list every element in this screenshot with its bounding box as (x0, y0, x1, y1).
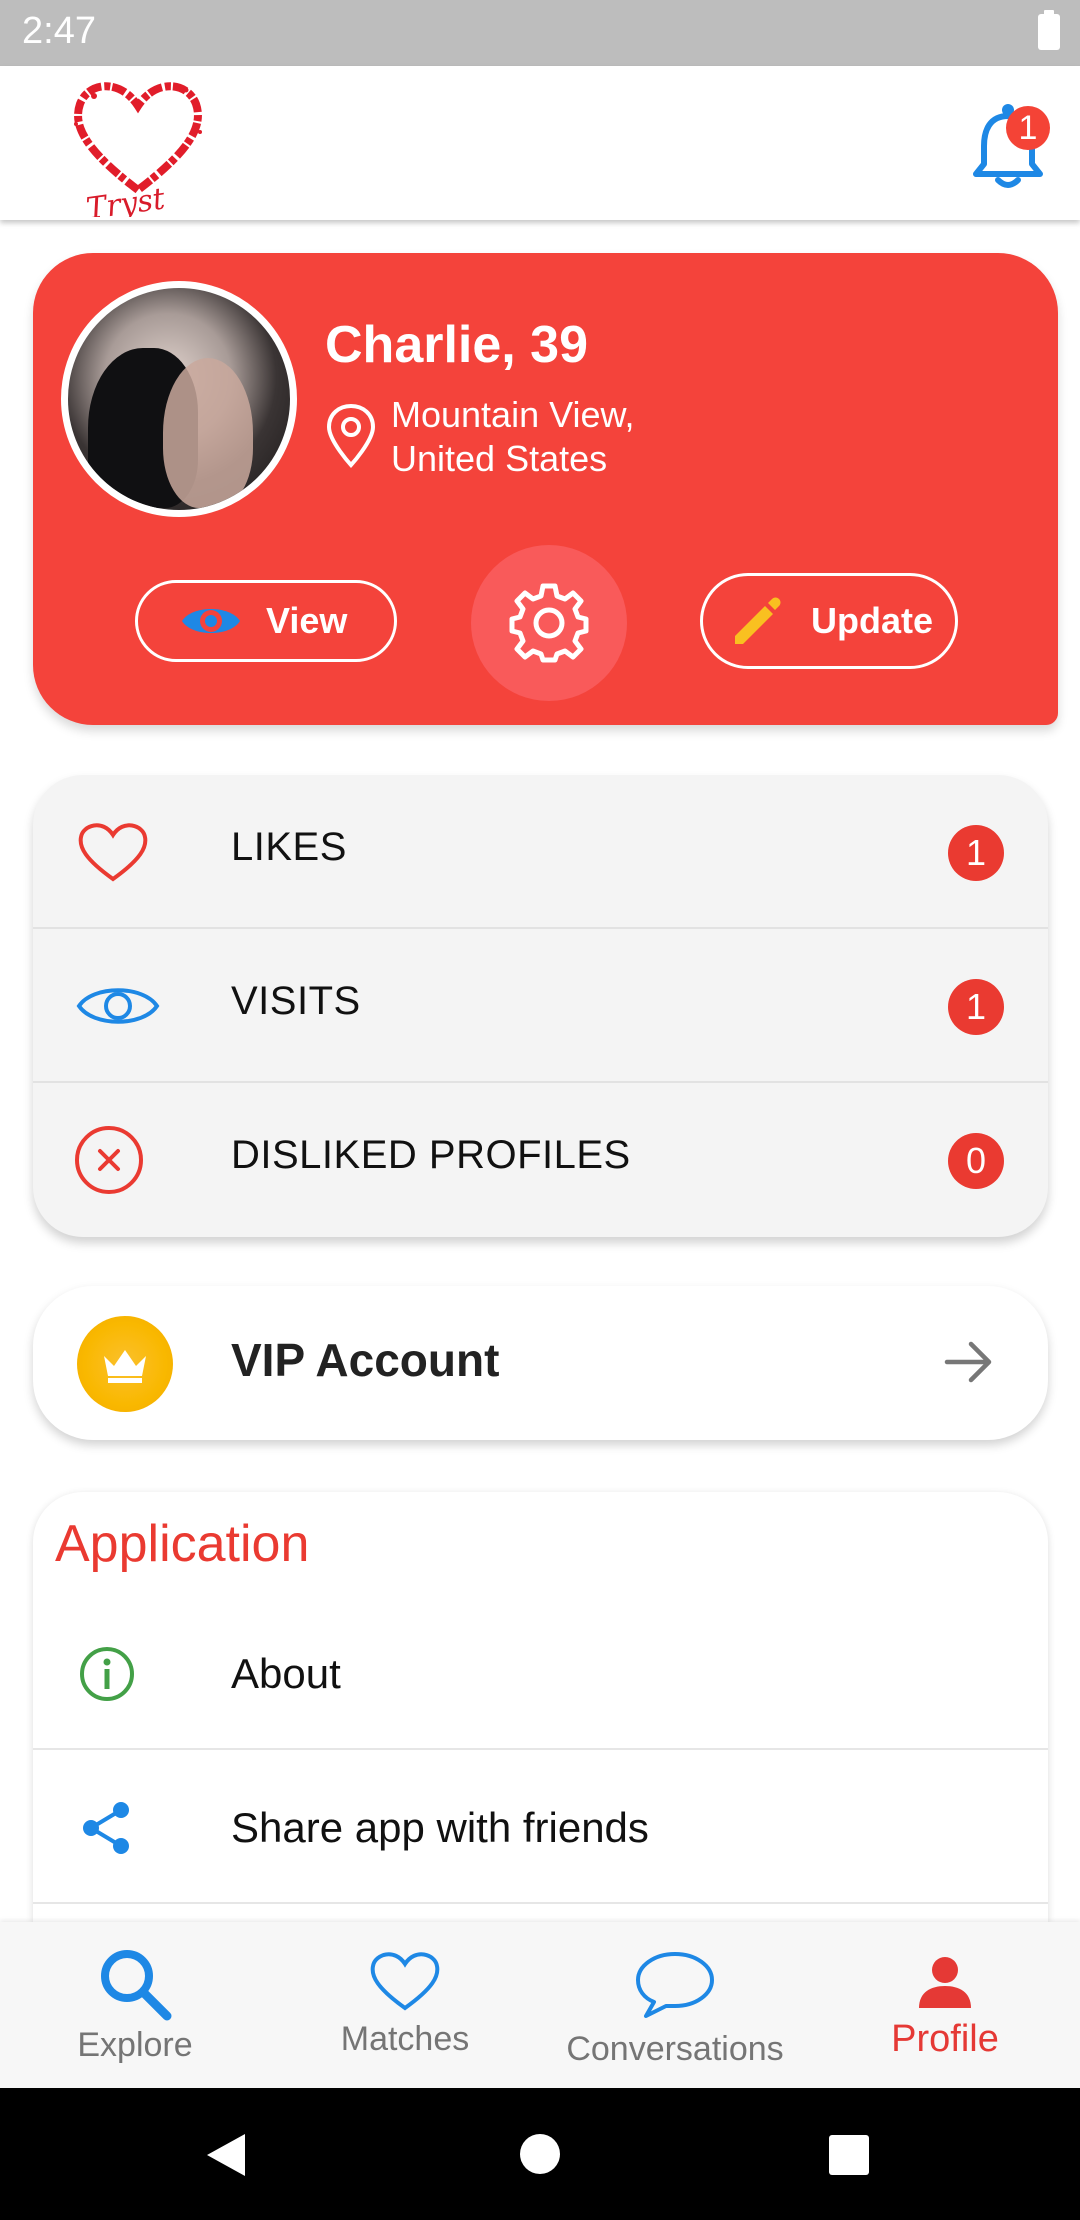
battery-icon (1038, 10, 1060, 50)
share-app-row[interactable]: Share app with friends (33, 1750, 1048, 1904)
likes-row[interactable]: LIKES 1 (33, 775, 1048, 929)
view-button-label: View (266, 600, 348, 641)
app-bar: Tryst 1 (0, 66, 1080, 227)
search-icon (101, 1950, 172, 2021)
nav-explore-label: Explore (77, 2026, 193, 2064)
share-icon (77, 1798, 137, 1858)
nav-conversations-label: Conversations (566, 2030, 784, 2068)
likes-count-badge: 1 (948, 825, 1004, 881)
heart-icon (370, 1952, 440, 2011)
nav-profile[interactable]: Profile (810, 1922, 1080, 2088)
status-bar: 2:47 (0, 0, 1080, 66)
nav-matches[interactable]: Matches (270, 1922, 540, 2088)
nav-explore[interactable]: Explore (0, 1922, 270, 2088)
about-label: About (231, 1650, 341, 1697)
profile-location: Mountain View, United States (391, 393, 691, 481)
system-navigation-bar (0, 2088, 1080, 2220)
application-card: Application About Share app with friends (33, 1492, 1048, 1922)
home-icon[interactable] (520, 2134, 560, 2174)
status-time: 2:47 (22, 10, 96, 52)
likes-label: LIKES (231, 825, 347, 869)
info-icon (77, 1644, 137, 1704)
vip-account-label: VIP Account (231, 1334, 500, 1386)
close-circle-icon (75, 1125, 151, 1195)
location-line-1: Mountain View, (391, 394, 635, 435)
visits-row[interactable]: VISITS 1 (33, 929, 1048, 1083)
avatar[interactable] (61, 281, 297, 517)
chat-icon (636, 1952, 714, 2018)
bottom-navigation: Explore Matches Conversations Profile (0, 1922, 1080, 2088)
pencil-icon (735, 597, 781, 644)
back-icon[interactable] (205, 2132, 247, 2178)
stats-card: LIKES 1 VISITS 1 DISLIKED PROFILES 0 (33, 775, 1048, 1237)
nav-matches-label: Matches (340, 2020, 470, 2058)
share-app-label: Share app with friends (231, 1804, 649, 1851)
vip-account-card[interactable]: VIP Account (33, 1286, 1048, 1440)
arrow-right-icon (943, 1338, 995, 1386)
disliked-count-badge: 0 (948, 1133, 1004, 1189)
svg-text:Tryst: Tryst (84, 181, 168, 217)
view-profile-button[interactable]: View (135, 580, 397, 662)
location-pin-icon (323, 403, 379, 469)
nav-conversations[interactable]: Conversations (540, 1922, 810, 2088)
disliked-profiles-label: DISLIKED PROFILES (231, 1133, 631, 1177)
location-line-2: United States (391, 438, 608, 479)
about-row[interactable]: About (33, 1596, 1048, 1750)
crown-icon (77, 1316, 173, 1412)
person-icon (919, 1957, 971, 2008)
update-profile-button[interactable]: Update (700, 573, 958, 669)
notification-badge: 1 (1006, 106, 1050, 150)
eye-icon (182, 609, 240, 633)
eye-icon (75, 971, 160, 1041)
application-header: Application (55, 1515, 310, 1573)
settings-button[interactable] (471, 545, 627, 701)
profile-name: Charlie, 39 (325, 316, 589, 374)
visits-label: VISITS (231, 979, 361, 1023)
profile-card: Charlie, 39 Mountain View, United States… (33, 253, 1058, 725)
visits-count-badge: 1 (948, 979, 1004, 1035)
heart-icon (75, 817, 151, 887)
recent-apps-icon[interactable] (829, 2135, 869, 2175)
update-button-label: Update (811, 600, 934, 641)
app-logo: Tryst (68, 72, 208, 227)
gear-icon (509, 583, 589, 663)
nav-profile-label: Profile (891, 2018, 999, 2060)
disliked-profiles-row[interactable]: DISLIKED PROFILES 0 (33, 1083, 1048, 1237)
